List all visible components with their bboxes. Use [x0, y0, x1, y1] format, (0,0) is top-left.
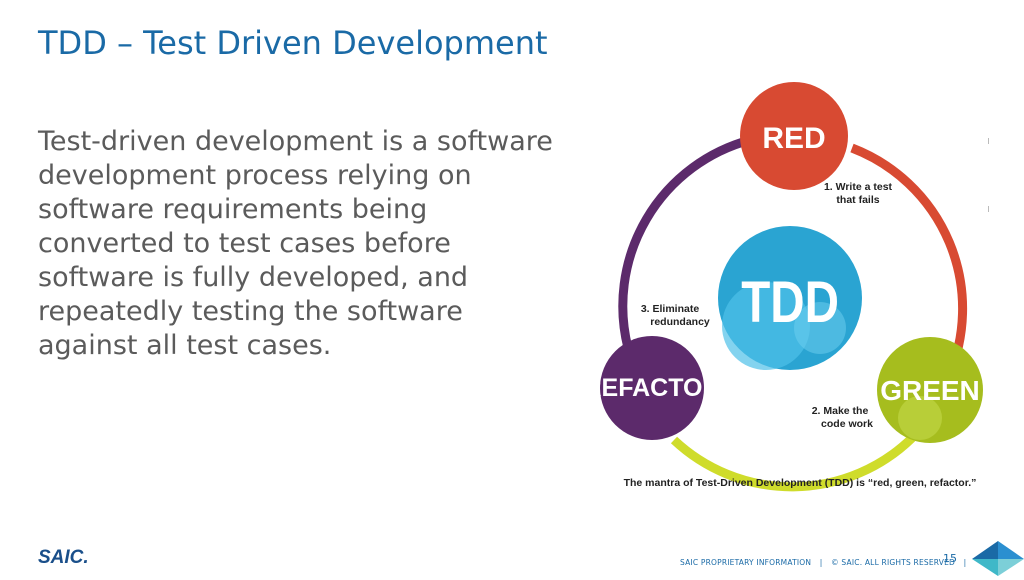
image-edge-mark: [988, 206, 989, 212]
corner-brand-graphic: [972, 541, 1024, 580]
step2-label-line2: code work: [821, 418, 873, 430]
saic-logo-svg: SAIC.: [38, 547, 89, 568]
image-edge-mark: [988, 138, 989, 144]
tdd-center-label: TDD: [741, 271, 839, 336]
footer-separator: |: [963, 558, 967, 567]
step1-label-line2: that fails: [836, 194, 879, 206]
footer-proprietary: SAIC PROPRIETARY INFORMATION: [680, 558, 812, 567]
saic-logo: SAIC.: [38, 546, 98, 572]
tdd-cycle-diagram: TDD RED GREEN REFACTOR 1. Write a test t…: [590, 78, 1010, 498]
footer-separator: |: [819, 558, 823, 567]
step2-label-line1: 2. Make the: [812, 405, 869, 417]
footer-legal: SAIC PROPRIETARY INFORMATION | © SAIC. A…: [680, 558, 972, 567]
refactor-node-label: REFACTOR: [590, 374, 721, 402]
corner-brand-svg: [972, 541, 1024, 576]
green-node-label: GREEN: [880, 375, 980, 406]
slide-body-text: Test-driven development is a software de…: [38, 126, 553, 361]
red-node-label: RED: [762, 122, 825, 155]
tdd-cycle-svg: TDD RED GREEN REFACTOR 1. Write a test t…: [590, 82, 983, 492]
page-number: 15: [943, 552, 957, 565]
saic-logo-text: SAIC.: [38, 547, 89, 568]
slide-title: TDD – Test Driven Development: [38, 24, 548, 62]
footer-copyright: © SAIC. ALL RIGHTS RESERVED: [831, 558, 956, 567]
step3-label-line2: redundancy: [650, 316, 710, 328]
step1-label-line1: 1. Write a test: [824, 181, 893, 193]
step3-label-line1: 3. Eliminate: [641, 303, 700, 315]
diagram-caption: The mantra of Test-Driven Development (T…: [624, 477, 977, 489]
